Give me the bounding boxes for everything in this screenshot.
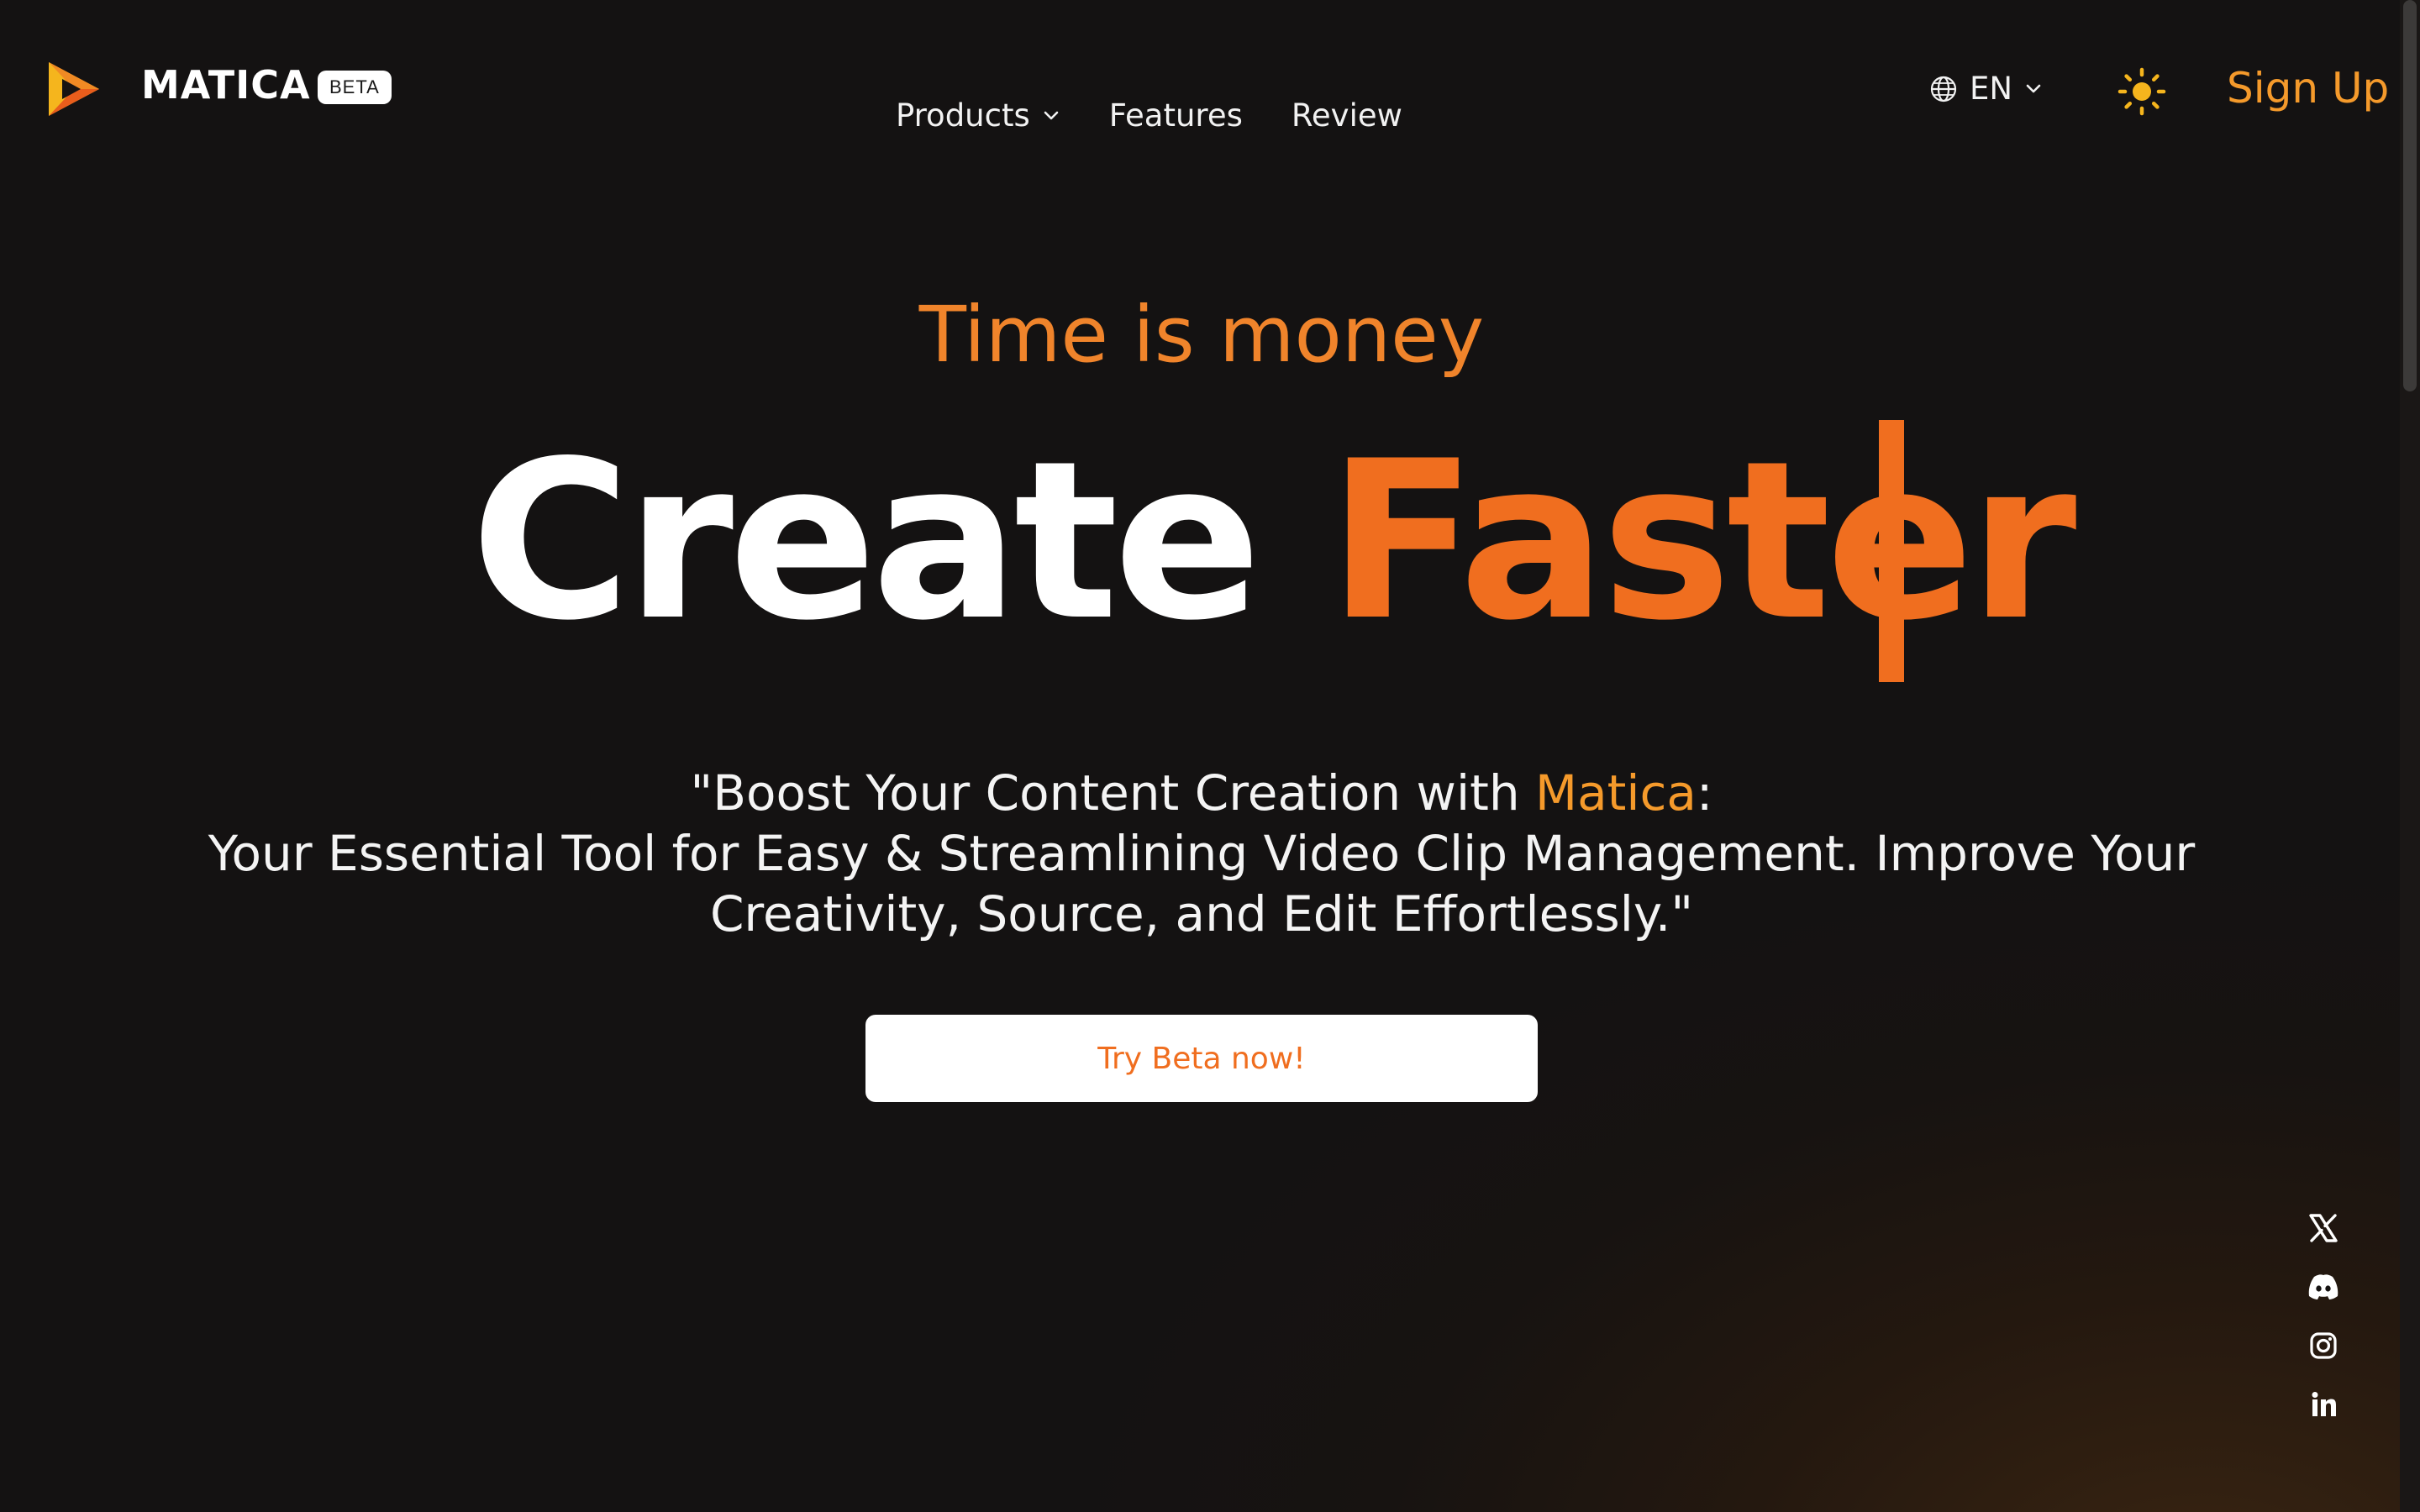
hero-subtitle: "Boost Your Content Creation with Matica… <box>0 763 2403 944</box>
typing-cursor <box>1879 420 1904 682</box>
instagram-icon <box>2310 1332 2337 1359</box>
beta-badge: BETA <box>318 71 392 104</box>
subtitle-prefix: "Boost Your Content Creation with <box>690 764 1536 822</box>
globe-icon <box>1930 76 1957 102</box>
sun-icon[interactable] <box>2118 67 2166 116</box>
nav-products[interactable]: Products <box>896 97 1060 134</box>
subtitle-colon: : <box>1696 764 1713 822</box>
main-nav: Products Features Review <box>896 97 1402 134</box>
subtitle-line-1: "Boost Your Content Creation with Matica… <box>0 763 2403 823</box>
discord-icon <box>2308 1274 2338 1299</box>
social-links <box>2307 1213 2339 1420</box>
language-selector[interactable]: EN <box>1929 71 2043 107</box>
nav-features-label: Features <box>1108 97 1243 134</box>
instagram-link[interactable] <box>2307 1331 2339 1361</box>
x-link[interactable] <box>2307 1213 2339 1243</box>
brand-name: MATICA <box>141 62 311 108</box>
scrollbar[interactable] <box>2400 0 2420 1512</box>
linkedin-icon <box>2312 1392 2336 1416</box>
discord-link[interactable] <box>2307 1272 2339 1302</box>
chevron-down-icon <box>1044 111 1059 119</box>
scrollbar-thumb[interactable] <box>2403 0 2417 391</box>
try-beta-button[interactable]: Try Beta now! <box>865 1015 1538 1102</box>
subtitle-brand: Matica <box>1535 764 1697 822</box>
nav-review[interactable]: Review <box>1292 97 1402 134</box>
hero-tagline: Time is money <box>918 290 1485 380</box>
language-label: EN <box>1970 71 2013 107</box>
hero-headline: Create Faster <box>471 412 2076 672</box>
logo-link[interactable] <box>44 59 104 119</box>
nav-products-label: Products <box>896 97 1030 134</box>
x-icon <box>2309 1214 2338 1242</box>
subtitle-line-3: Creativity, Source, and Edit Effortlessl… <box>709 885 1694 942</box>
headline-accent-word: Faster <box>1327 415 2076 669</box>
headline-white-word: Create <box>471 415 1261 669</box>
nav-review-label: Review <box>1291 97 1402 134</box>
chevron-down-icon <box>2026 84 2041 92</box>
signup-link[interactable]: Sign Up <box>2227 64 2389 113</box>
subtitle-line-2: Your Essential Tool for Easy & Streamlin… <box>208 825 2196 882</box>
linkedin-link[interactable] <box>2307 1389 2339 1420</box>
nav-features[interactable]: Features <box>1109 97 1243 134</box>
play-logo-icon <box>49 62 99 116</box>
